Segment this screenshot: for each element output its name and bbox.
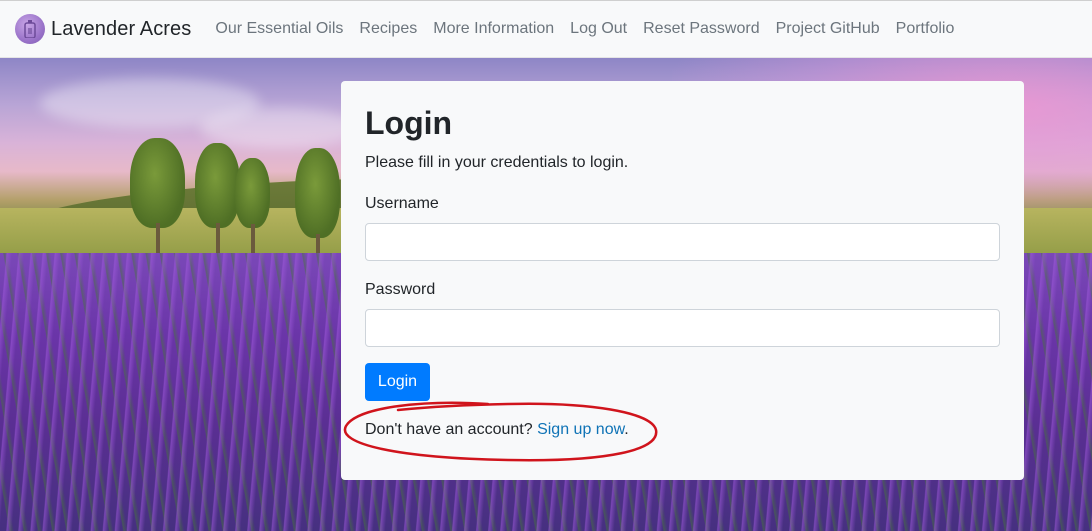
username-label: Username — [365, 195, 439, 212]
nav-links: Our Essential Oils Recipes More Informat… — [207, 20, 962, 38]
top-navbar: Lavender Acres Our Essential Oils Recipe… — [0, 0, 1092, 58]
login-title: Login — [365, 105, 453, 141]
password-label: Password — [365, 281, 436, 298]
nav-link-essential-oils[interactable]: Our Essential Oils — [215, 20, 343, 38]
lavender-bottle-icon — [15, 14, 45, 44]
signup-prompt-text: Don't have an account? — [365, 421, 533, 438]
brand-link[interactable]: Lavender Acres — [15, 14, 191, 44]
signup-link[interactable]: Sign up now — [537, 421, 624, 438]
nav-link-recipes[interactable]: Recipes — [359, 20, 417, 38]
brand-name: Lavender Acres — [51, 17, 192, 40]
login-subtitle: Please fill in your credentials to login… — [365, 154, 629, 171]
password-input[interactable] — [365, 309, 1000, 347]
nav-link-log-out[interactable]: Log Out — [570, 20, 627, 38]
login-card: Login Please fill in your credentials to… — [341, 81, 1024, 480]
nav-link-more-information[interactable]: More Information — [433, 20, 554, 38]
nav-link-project-github[interactable]: Project GitHub — [776, 20, 880, 38]
signup-prompt-line: Don't have an account? Sign up now. — [365, 421, 629, 439]
cloud — [200, 108, 360, 148]
username-input[interactable] — [365, 223, 1000, 261]
login-button[interactable]: Login — [365, 363, 430, 401]
signup-suffix: . — [624, 421, 629, 438]
nav-link-reset-password[interactable]: Reset Password — [643, 20, 760, 38]
nav-link-portfolio[interactable]: Portfolio — [896, 20, 955, 38]
